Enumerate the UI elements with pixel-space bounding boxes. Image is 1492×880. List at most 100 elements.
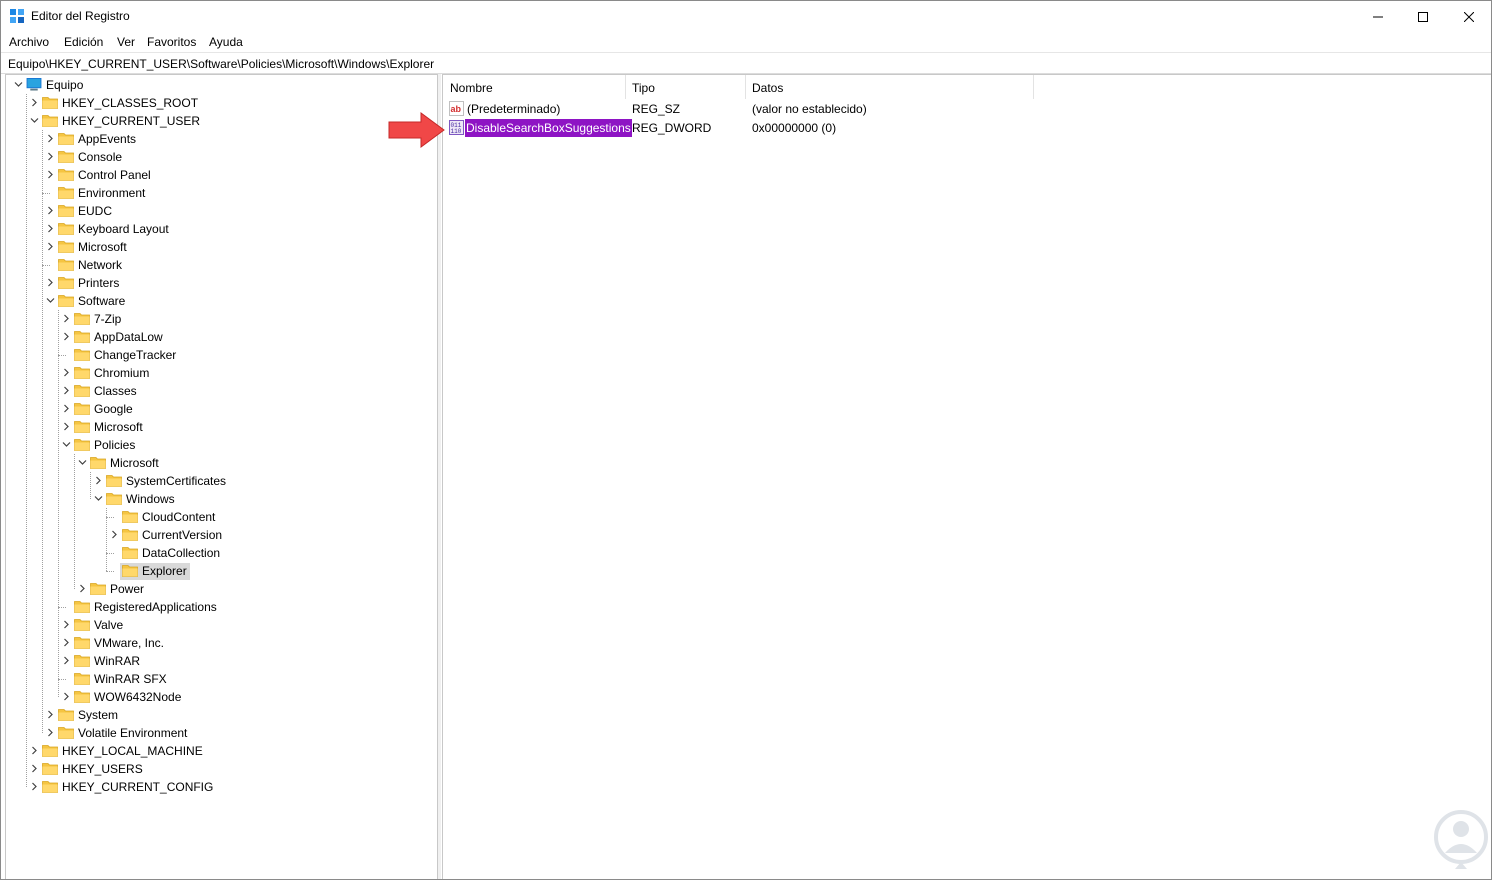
tree-node-7-zip[interactable]: 7-Zip (6, 310, 436, 328)
chevron-right-icon[interactable] (62, 332, 71, 341)
tree-node-datacollection[interactable]: DataCollection (6, 544, 436, 562)
chevron-right-icon[interactable] (30, 746, 39, 755)
chevron-right-icon[interactable] (46, 134, 55, 143)
pane-splitter[interactable] (438, 74, 441, 879)
menu-edicion[interactable]: Edición (64, 35, 103, 49)
menu-ayuda[interactable]: Ayuda (209, 35, 243, 49)
tree-node-winrar[interactable]: WinRAR (6, 652, 436, 670)
value-name[interactable]: DisableSearchBoxSuggestions (465, 119, 632, 137)
tree-node-cloudcontent[interactable]: CloudContent (6, 508, 436, 526)
chevron-down-icon[interactable] (94, 494, 103, 503)
chevron-right-icon[interactable] (62, 368, 71, 377)
tree-node-microsoft[interactable]: Microsoft (6, 418, 436, 436)
chevron-right-icon[interactable] (30, 782, 39, 791)
chevron-right-icon[interactable] (46, 170, 55, 179)
tree-node-eudc[interactable]: EUDC (6, 202, 436, 220)
close-button[interactable] (1446, 1, 1491, 32)
tree-node-hkey-local-machine[interactable]: HKEY_LOCAL_MACHINE (6, 742, 436, 760)
chevron-right-icon[interactable] (78, 584, 87, 593)
chevron-down-icon[interactable] (30, 116, 39, 125)
menu-favoritos[interactable]: Favoritos (147, 35, 196, 49)
chevron-down-icon[interactable] (46, 296, 55, 305)
chevron-down-icon[interactable] (62, 440, 71, 449)
chevron-down-icon[interactable] (14, 80, 23, 89)
value-data: 0x00000000 (0) (752, 121, 837, 135)
menu-ver[interactable]: Ver (117, 35, 135, 49)
column-header-datos[interactable]: Datos (745, 75, 1033, 99)
value-name: (Predeterminado) (467, 102, 561, 116)
column-header-tipo[interactable]: Tipo (625, 75, 745, 99)
tree-node-classes[interactable]: Classes (6, 382, 436, 400)
value-row-selected[interactable]: 011 110 DisableSearchBoxSuggestions REG_… (443, 118, 1443, 137)
chevron-right-icon[interactable] (46, 152, 55, 161)
tree-node-policies[interactable]: Policies (6, 436, 436, 454)
chevron-right-icon[interactable] (46, 242, 55, 251)
tree-node-printers[interactable]: Printers (6, 274, 436, 292)
chevron-right-icon[interactable] (46, 206, 55, 215)
tree-node-wow6432node[interactable]: WOW6432Node (6, 688, 436, 706)
menu-archivo[interactable]: Archivo (9, 35, 49, 49)
tree-node-google[interactable]: Google (6, 400, 436, 418)
chevron-right-icon[interactable] (62, 314, 71, 323)
tree-node-control-panel[interactable]: Control Panel (6, 166, 436, 184)
minimize-button[interactable] (1355, 1, 1401, 32)
column-divider[interactable] (1033, 75, 1034, 99)
tree-node-microsoft[interactable]: Microsoft (6, 238, 436, 256)
column-header-nombre[interactable]: Nombre (443, 75, 625, 99)
tree-node-changetracker[interactable]: ChangeTracker (6, 346, 436, 364)
tree-node-explorer[interactable]: Explorer (6, 562, 436, 580)
tree-node-volatile-environment[interactable]: Volatile Environment (6, 724, 436, 742)
tree-node-environment[interactable]: Environment (6, 184, 436, 202)
folder-icon (74, 637, 90, 649)
tree-node-system[interactable]: System (6, 706, 436, 724)
tree-node-microsoft[interactable]: Microsoft (6, 454, 436, 472)
chevron-right-icon[interactable] (110, 530, 119, 539)
maximize-button[interactable] (1400, 1, 1446, 32)
tree-node-valve[interactable]: Valve (6, 616, 436, 634)
chevron-right-icon[interactable] (62, 692, 71, 701)
tree-node-appevents[interactable]: AppEvents (6, 130, 436, 148)
tree-node-label: HKEY_CURRENT_USER (62, 114, 201, 128)
tree-node-winrar-sfx[interactable]: WinRAR SFX (6, 670, 436, 688)
tree-node-registeredapplications[interactable]: RegisteredApplications (6, 598, 436, 616)
tree-node-hkey-classes-root[interactable]: HKEY_CLASSES_ROOT (6, 94, 436, 112)
chevron-right-icon[interactable] (30, 98, 39, 107)
chevron-right-icon[interactable] (46, 224, 55, 233)
tree-node-keyboard-layout[interactable]: Keyboard Layout (6, 220, 436, 238)
chevron-right-icon[interactable] (46, 278, 55, 287)
address-bar[interactable]: Equipo\HKEY_CURRENT_USER\Software\Polici… (1, 52, 1491, 74)
tree-node-hkey-users[interactable]: HKEY_USERS (6, 760, 436, 778)
chevron-right-icon[interactable] (62, 620, 71, 629)
binary-value-icon: 011 110 (449, 120, 464, 135)
chevron-right-icon[interactable] (30, 764, 39, 773)
registry-values-list[interactable]: Nombre Tipo Datos ab (Predeterminado) RE… (442, 74, 1491, 879)
tree-node-hkey-current-config[interactable]: HKEY_CURRENT_CONFIG (6, 778, 436, 796)
chevron-right-icon[interactable] (62, 386, 71, 395)
tree-node-systemcertificates[interactable]: SystemCertificates (6, 472, 436, 490)
chevron-right-icon[interactable] (62, 638, 71, 647)
tree-node-appdatalow[interactable]: AppDataLow (6, 328, 436, 346)
chevron-right-icon[interactable] (94, 476, 103, 485)
tree-node-currentversion[interactable]: CurrentVersion (6, 526, 436, 544)
chevron-down-icon[interactable] (78, 458, 87, 467)
value-row[interactable]: ab (Predeterminado) REG_SZ (valor no est… (443, 99, 1443, 118)
registry-key-tree[interactable]: Equipo HKEY_CLASSES_ROOT HKEY_CURRENT_USER… (5, 74, 438, 879)
svg-text:110: 110 (451, 128, 462, 135)
chevron-right-icon[interactable] (62, 656, 71, 665)
tree-node-windows[interactable]: Windows (6, 490, 436, 508)
tree-node-vmware-inc[interactable]: VMware, Inc. (6, 634, 436, 652)
chevron-right-icon[interactable] (62, 422, 71, 431)
tree-node-network[interactable]: Network (6, 256, 436, 274)
tree-node-chromium[interactable]: Chromium (6, 364, 436, 382)
title-bar[interactable]: Editor del Registro (1, 1, 1491, 32)
chevron-right-icon[interactable] (46, 728, 55, 737)
tree-node-hkey-current-user[interactable]: HKEY_CURRENT_USER (6, 112, 436, 130)
address-path[interactable]: Equipo\HKEY_CURRENT_USER\Software\Polici… (8, 57, 434, 71)
tree-node-power[interactable]: Power (6, 580, 436, 598)
tree-connector-line (58, 679, 66, 680)
tree-node-software[interactable]: Software (6, 292, 436, 310)
chevron-right-icon[interactable] (46, 710, 55, 719)
chevron-right-icon[interactable] (62, 404, 71, 413)
tree-node-equipo[interactable]: Equipo (6, 76, 436, 94)
tree-node-console[interactable]: Console (6, 148, 436, 166)
